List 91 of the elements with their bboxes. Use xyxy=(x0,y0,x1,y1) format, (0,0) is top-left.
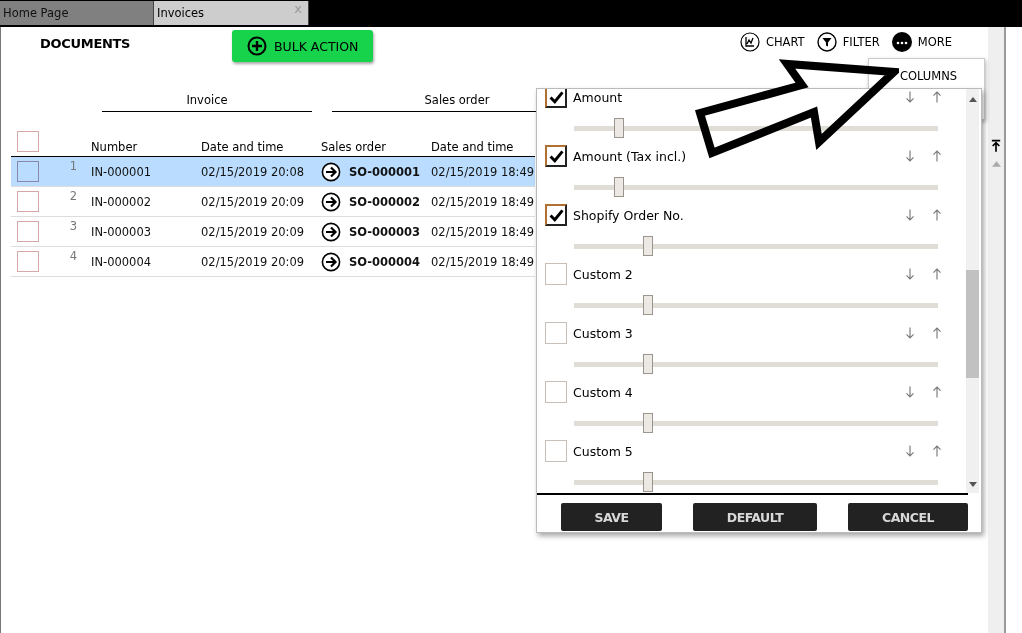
tab[interactable]: Home Page xyxy=(0,1,154,25)
arrow-down-icon[interactable] xyxy=(903,148,917,164)
arrow-down-icon[interactable] xyxy=(903,89,917,105)
row-checkbox[interactable] xyxy=(17,191,39,212)
toolbar-button[interactable]: MORE xyxy=(891,32,952,52)
column-name: Shopify Order No. xyxy=(573,207,685,223)
arrow-up-icon[interactable] xyxy=(930,207,944,223)
column-name: Custom 2 xyxy=(573,266,634,282)
row-checkbox[interactable] xyxy=(17,221,39,242)
plus-icon xyxy=(247,36,267,56)
arrow-right-icon[interactable] xyxy=(321,221,341,242)
arrow-up-icon[interactable] xyxy=(930,443,944,459)
toolbar-button[interactable]: CHART xyxy=(739,32,805,52)
column-name: Custom 3 xyxy=(573,325,634,341)
table-cell: 02/15/2019 20:09 xyxy=(201,254,305,269)
table-cell: 02/15/2019 18:49 xyxy=(431,164,535,179)
table-cell: SO-000002 xyxy=(349,194,421,209)
arrow-down-icon[interactable] xyxy=(903,266,917,282)
column-name: Custom 4 xyxy=(573,384,634,400)
arrow-right-icon[interactable] xyxy=(321,191,341,212)
table-cell: IN-000004 xyxy=(91,254,152,269)
arrow-up-icon[interactable] xyxy=(930,89,944,105)
table-row[interactable]: 1 IN-000001 02/15/2019 20:08 SO-000001 02/15/2019 18:49 xyxy=(11,157,535,187)
row-checkbox[interactable] xyxy=(17,251,39,272)
more-icon xyxy=(891,32,912,52)
checkbox[interactable] xyxy=(545,89,567,108)
width-slider[interactable] xyxy=(574,410,938,436)
dialog-button[interactable]: DEFAULT xyxy=(693,503,817,531)
table-cell: 02/15/2019 20:09 xyxy=(201,194,305,209)
table-cell: 02/15/2019 20:09 xyxy=(201,224,305,239)
checkbox[interactable] xyxy=(545,322,567,344)
checkbox[interactable] xyxy=(545,440,567,462)
table-cell: SO-000004 xyxy=(349,254,421,269)
table-cell: IN-000003 xyxy=(91,224,152,239)
column-header[interactable]: Date and time xyxy=(201,133,321,154)
arrow-up-icon[interactable] xyxy=(930,266,944,282)
dialog-button[interactable]: SAVE xyxy=(561,503,662,531)
select-all-checkbox[interactable] xyxy=(17,131,39,152)
scroll-to-top-icon[interactable] xyxy=(991,139,1001,153)
row-checkbox[interactable] xyxy=(17,161,39,182)
table-cell: SO-000001 xyxy=(349,164,421,179)
width-slider[interactable] xyxy=(574,469,938,493)
width-slider[interactable] xyxy=(574,115,938,141)
table-cell: SO-000003 xyxy=(349,224,421,239)
bulk-action-button[interactable]: BULK ACTION xyxy=(232,30,373,62)
page-title: DOCUMENTS xyxy=(40,36,131,51)
column-header[interactable]: Sales order xyxy=(321,133,431,154)
arrow-down-icon[interactable] xyxy=(903,384,917,400)
width-slider[interactable] xyxy=(574,292,938,318)
arrow-down-icon[interactable] xyxy=(903,207,917,223)
arrow-up-icon[interactable] xyxy=(930,325,944,341)
column-name: Amount (Tax incl.) xyxy=(573,148,688,164)
menu-item[interactable]: COLUMNS xyxy=(869,59,984,83)
table-row[interactable]: 4 IN-000004 02/15/2019 20:09 SO-000004 02/15/2019 18:49 xyxy=(11,247,535,277)
column-header[interactable]: Number xyxy=(91,133,201,154)
scrollbar[interactable] xyxy=(966,89,979,493)
row-number: 4 xyxy=(69,249,77,263)
column-group-header: Invoice xyxy=(102,93,312,112)
table-cell: 02/15/2019 18:49 xyxy=(431,194,535,209)
table-row[interactable]: 2 IN-000002 02/15/2019 20:09 SO-000002 02/15/2019 18:49 xyxy=(11,187,535,217)
row-number: 2 xyxy=(69,189,77,203)
table-cell: IN-000001 xyxy=(91,164,152,179)
column-name: Custom 5 xyxy=(573,443,634,459)
check-icon xyxy=(547,89,565,106)
table-cell: 02/15/2019 18:49 xyxy=(431,254,535,269)
checkbox[interactable] xyxy=(545,381,567,403)
arrow-right-icon[interactable] xyxy=(321,161,341,182)
chart-icon xyxy=(739,32,760,52)
width-slider[interactable] xyxy=(574,233,938,259)
toolbar-button[interactable]: FILTER xyxy=(816,32,880,52)
checkbox[interactable] xyxy=(545,263,567,285)
scroll-up-icon[interactable] xyxy=(968,97,977,102)
table-cell: 02/15/2019 20:08 xyxy=(201,164,305,179)
column-header[interactable]: Date and time xyxy=(431,133,535,154)
width-slider[interactable] xyxy=(574,174,938,200)
width-slider[interactable] xyxy=(574,351,938,377)
dialog-button[interactable]: CANCEL xyxy=(848,503,968,531)
arrow-down-icon[interactable] xyxy=(903,325,917,341)
row-number: 1 xyxy=(69,159,77,173)
scroll-down-icon[interactable] xyxy=(968,482,977,487)
arrow-down-icon[interactable] xyxy=(903,443,917,459)
row-number: 3 xyxy=(69,219,77,233)
table-cell: IN-000002 xyxy=(91,194,152,209)
checkbox[interactable] xyxy=(545,145,567,167)
arrow-right-icon[interactable] xyxy=(321,251,341,272)
arrow-up-icon[interactable] xyxy=(930,148,944,164)
table-row[interactable]: 3 IN-000003 02/15/2019 20:09 SO-000003 02/15/2019 18:49 xyxy=(11,217,535,247)
arrow-up-icon[interactable] xyxy=(930,384,944,400)
filter-icon xyxy=(816,32,837,52)
table-cell: 02/15/2019 18:49 xyxy=(431,224,535,239)
checkbox[interactable] xyxy=(545,204,567,226)
